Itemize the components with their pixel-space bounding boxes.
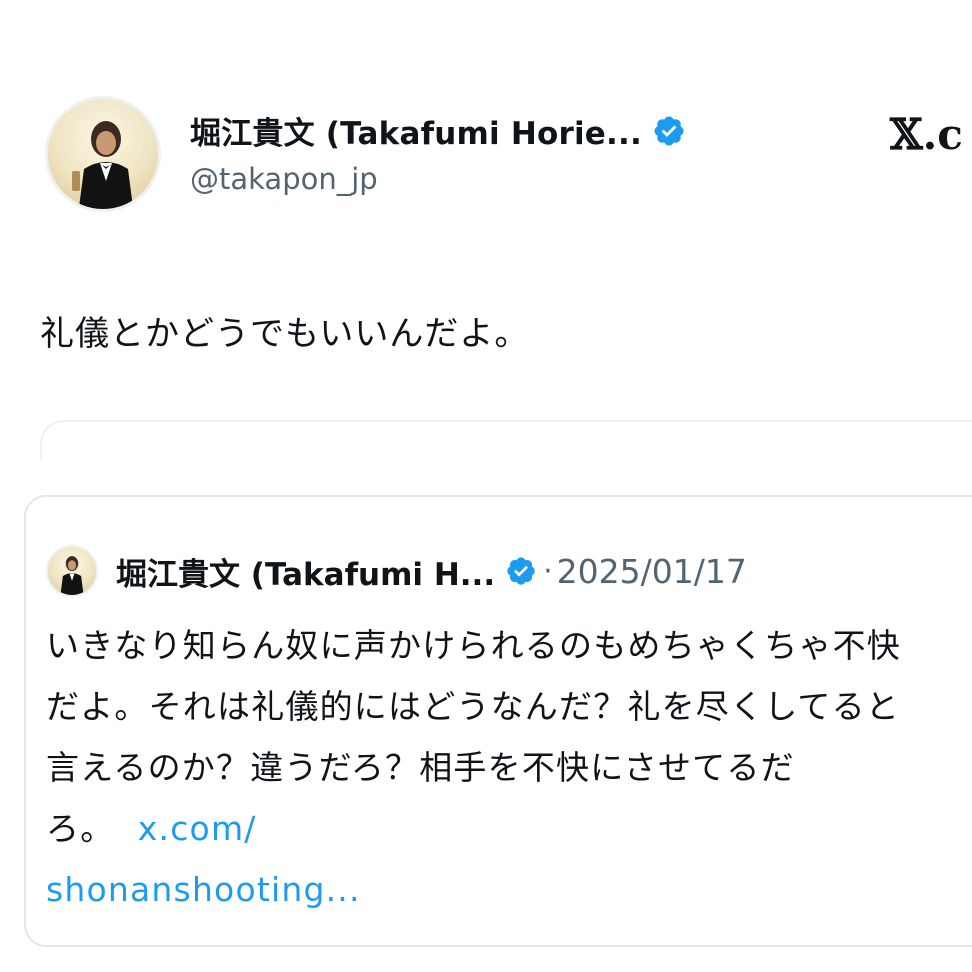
tweet-header: 堀江貴文 (Takafumi Horie... @takapon_jp 𝕏.c bbox=[45, 96, 963, 216]
avatar-portrait-icon bbox=[60, 556, 84, 595]
quoted-tweet-header: 堀江貴文 (Takafumi H... · 2025/01/17 bbox=[46, 545, 747, 597]
separator-dot: · bbox=[543, 553, 553, 589]
avatar[interactable] bbox=[45, 96, 161, 212]
verified-badge-icon bbox=[654, 115, 684, 146]
avatar-portrait-icon bbox=[72, 121, 134, 209]
avatar[interactable] bbox=[46, 545, 98, 597]
divider bbox=[40, 420, 972, 460]
author-name[interactable]: 堀江貴文 (Takafumi Horie... bbox=[190, 108, 642, 153]
tweet-text: 礼儀とかどうでもいいんだよ。 bbox=[40, 314, 530, 354]
quoted-tweet-date[interactable]: 2025/01/17 bbox=[557, 552, 747, 591]
quoted-author-name[interactable]: 堀江貴文 (Takafumi H... bbox=[116, 549, 495, 594]
link-text-part1[interactable]: x.com/ bbox=[138, 809, 257, 848]
author-handle[interactable]: @takapon_jp bbox=[190, 162, 378, 196]
link-text-part2[interactable]: shonanshooting... bbox=[46, 870, 361, 909]
verified-badge-icon bbox=[507, 557, 535, 585]
tweet-screenshot: 堀江貴文 (Takafumi Horie... @takapon_jp 𝕏.c … bbox=[0, 0, 972, 972]
quoted-tweet-card[interactable]: 堀江貴文 (Takafumi H... · 2025/01/17 いきなり知らん… bbox=[24, 495, 972, 947]
quoted-tweet-text: いきなり知らん奴に声かけられるのもめちゃくちゃ不快だよ。それは礼儀的にはどうなん… bbox=[46, 615, 926, 920]
x-logo-icon[interactable]: 𝕏.c bbox=[890, 110, 963, 159]
